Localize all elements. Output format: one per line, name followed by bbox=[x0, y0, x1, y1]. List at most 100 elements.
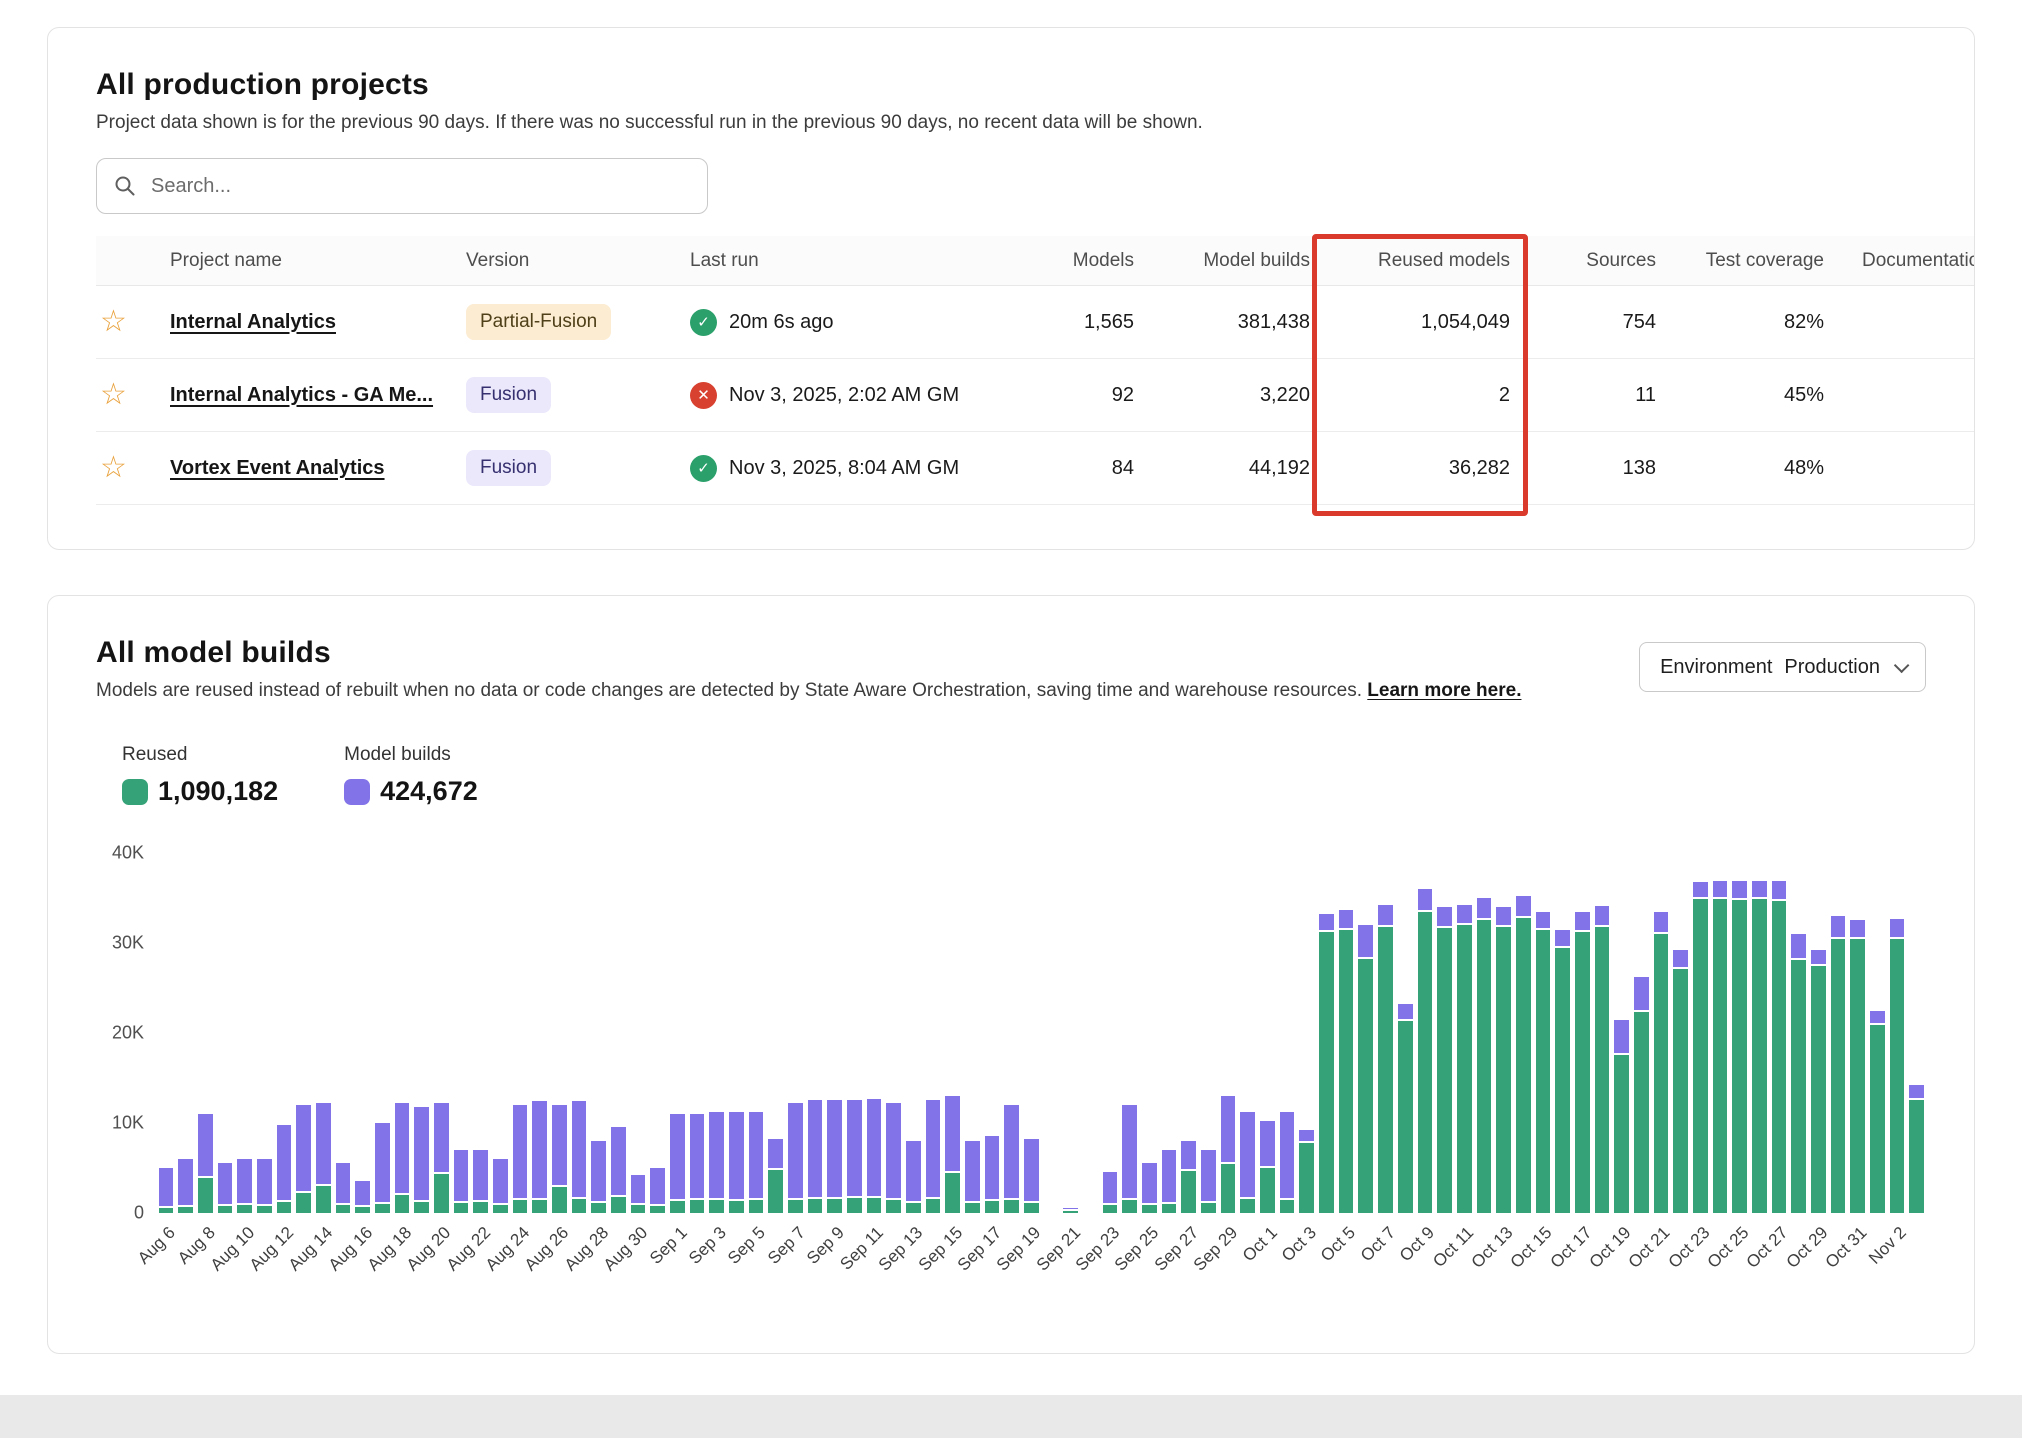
bar-oct-13[interactable] bbox=[1494, 853, 1514, 1213]
bar-sep-22[interactable] bbox=[1081, 853, 1101, 1213]
bar-oct-12[interactable] bbox=[1474, 853, 1494, 1213]
bar-sep-29[interactable] bbox=[1218, 853, 1238, 1213]
bar-sep-3[interactable] bbox=[707, 853, 727, 1213]
favorite-star-icon[interactable]: ☆ bbox=[100, 453, 127, 483]
bar-sep-26[interactable] bbox=[1159, 853, 1179, 1213]
bar-aug-6[interactable] bbox=[156, 853, 176, 1213]
bar-oct-20[interactable] bbox=[1631, 853, 1651, 1213]
bar-oct-23[interactable] bbox=[1690, 853, 1710, 1213]
bar-sep-11[interactable] bbox=[864, 853, 884, 1213]
bar-sep-30[interactable] bbox=[1238, 853, 1258, 1213]
bar-sep-28[interactable] bbox=[1199, 853, 1219, 1213]
bar-nov-3[interactable] bbox=[1907, 853, 1927, 1213]
favorite-star-icon[interactable]: ☆ bbox=[100, 307, 127, 337]
search-input[interactable] bbox=[96, 158, 708, 214]
bar-aug-24[interactable] bbox=[510, 853, 530, 1213]
bar-sep-9[interactable] bbox=[825, 853, 845, 1213]
bar-aug-30[interactable] bbox=[628, 853, 648, 1213]
bar-sep-7[interactable] bbox=[786, 853, 806, 1213]
project-name-link[interactable]: Vortex Event Analytics bbox=[170, 457, 385, 479]
bar-oct-15[interactable] bbox=[1533, 853, 1553, 1213]
bar-aug-9[interactable] bbox=[215, 853, 235, 1213]
bar-aug-11[interactable] bbox=[254, 853, 274, 1213]
bar-sep-25[interactable] bbox=[1140, 853, 1160, 1213]
bar-oct-24[interactable] bbox=[1710, 853, 1730, 1213]
bar-sep-18[interactable] bbox=[1002, 853, 1022, 1213]
bar-oct-11[interactable] bbox=[1454, 853, 1474, 1213]
bar-oct-28[interactable] bbox=[1789, 853, 1809, 1213]
bar-sep-20[interactable] bbox=[1041, 853, 1061, 1213]
learn-more-link[interactable]: Learn more here. bbox=[1367, 680, 1521, 701]
bar-sep-21[interactable] bbox=[1061, 853, 1081, 1213]
bar-oct-14[interactable] bbox=[1513, 853, 1533, 1213]
bar-sep-5[interactable] bbox=[746, 853, 766, 1213]
bar-sep-24[interactable] bbox=[1120, 853, 1140, 1213]
bar-aug-13[interactable] bbox=[294, 853, 314, 1213]
bar-sep-12[interactable] bbox=[884, 853, 904, 1213]
bar-aug-17[interactable] bbox=[372, 853, 392, 1213]
bar-sep-8[interactable] bbox=[805, 853, 825, 1213]
bar-aug-27[interactable] bbox=[569, 853, 589, 1213]
bar-oct-29[interactable] bbox=[1808, 853, 1828, 1213]
bar-oct-21[interactable] bbox=[1651, 853, 1671, 1213]
bar-nov-2[interactable] bbox=[1887, 853, 1907, 1213]
bar-oct-6[interactable] bbox=[1356, 853, 1376, 1213]
bar-oct-9[interactable] bbox=[1415, 853, 1435, 1213]
environment-dropdown[interactable]: Environment Production bbox=[1639, 642, 1926, 692]
bar-oct-16[interactable] bbox=[1553, 853, 1573, 1213]
bar-aug-23[interactable] bbox=[490, 853, 510, 1213]
bar-sep-2[interactable] bbox=[687, 853, 707, 1213]
bar-sep-19[interactable] bbox=[1022, 853, 1042, 1213]
bar-sep-23[interactable] bbox=[1100, 853, 1120, 1213]
y-axis: 40K 30K 20K 10K 0 bbox=[96, 853, 156, 1213]
bar-aug-18[interactable] bbox=[392, 853, 412, 1213]
bar-oct-10[interactable] bbox=[1435, 853, 1455, 1213]
bar-sep-1[interactable] bbox=[667, 853, 687, 1213]
bar-oct-18[interactable] bbox=[1592, 853, 1612, 1213]
bar-oct-27[interactable] bbox=[1769, 853, 1789, 1213]
bar-oct-5[interactable] bbox=[1336, 853, 1356, 1213]
bar-sep-16[interactable] bbox=[963, 853, 983, 1213]
bar-aug-16[interactable] bbox=[353, 853, 373, 1213]
bar-aug-29[interactable] bbox=[608, 853, 628, 1213]
bar-oct-2[interactable] bbox=[1277, 853, 1297, 1213]
bar-aug-21[interactable] bbox=[451, 853, 471, 1213]
bar-nov-1[interactable] bbox=[1867, 853, 1887, 1213]
bar-sep-13[interactable] bbox=[904, 853, 924, 1213]
bar-aug-12[interactable] bbox=[274, 853, 294, 1213]
bar-oct-17[interactable] bbox=[1572, 853, 1592, 1213]
bar-sep-10[interactable] bbox=[845, 853, 865, 1213]
bar-aug-22[interactable] bbox=[471, 853, 491, 1213]
bar-aug-8[interactable] bbox=[195, 853, 215, 1213]
favorite-star-icon[interactable]: ☆ bbox=[100, 380, 127, 410]
bar-oct-19[interactable] bbox=[1612, 853, 1632, 1213]
bar-sep-4[interactable] bbox=[726, 853, 746, 1213]
bar-aug-14[interactable] bbox=[313, 853, 333, 1213]
bar-sep-27[interactable] bbox=[1179, 853, 1199, 1213]
bar-aug-10[interactable] bbox=[235, 853, 255, 1213]
bar-oct-31[interactable] bbox=[1848, 853, 1868, 1213]
bar-sep-14[interactable] bbox=[923, 853, 943, 1213]
project-name-link[interactable]: Internal Analytics - GA Me... bbox=[170, 384, 433, 406]
bar-aug-19[interactable] bbox=[412, 853, 432, 1213]
bar-aug-26[interactable] bbox=[549, 853, 569, 1213]
bar-oct-30[interactable] bbox=[1828, 853, 1848, 1213]
bar-sep-15[interactable] bbox=[943, 853, 963, 1213]
bar-sep-17[interactable] bbox=[982, 853, 1002, 1213]
bar-aug-20[interactable] bbox=[431, 853, 451, 1213]
bar-oct-26[interactable] bbox=[1749, 853, 1769, 1213]
bar-oct-8[interactable] bbox=[1395, 853, 1415, 1213]
bar-oct-4[interactable] bbox=[1317, 853, 1337, 1213]
bar-oct-25[interactable] bbox=[1730, 853, 1750, 1213]
bar-aug-15[interactable] bbox=[333, 853, 353, 1213]
bar-aug-28[interactable] bbox=[589, 853, 609, 1213]
bar-aug-7[interactable] bbox=[176, 853, 196, 1213]
bar-oct-3[interactable] bbox=[1297, 853, 1317, 1213]
bar-oct-22[interactable] bbox=[1671, 853, 1691, 1213]
bar-oct-7[interactable] bbox=[1376, 853, 1396, 1213]
bar-oct-1[interactable] bbox=[1258, 853, 1278, 1213]
bar-aug-31[interactable] bbox=[648, 853, 668, 1213]
bar-sep-6[interactable] bbox=[766, 853, 786, 1213]
project-name-link[interactable]: Internal Analytics bbox=[170, 311, 336, 333]
bar-aug-25[interactable] bbox=[530, 853, 550, 1213]
